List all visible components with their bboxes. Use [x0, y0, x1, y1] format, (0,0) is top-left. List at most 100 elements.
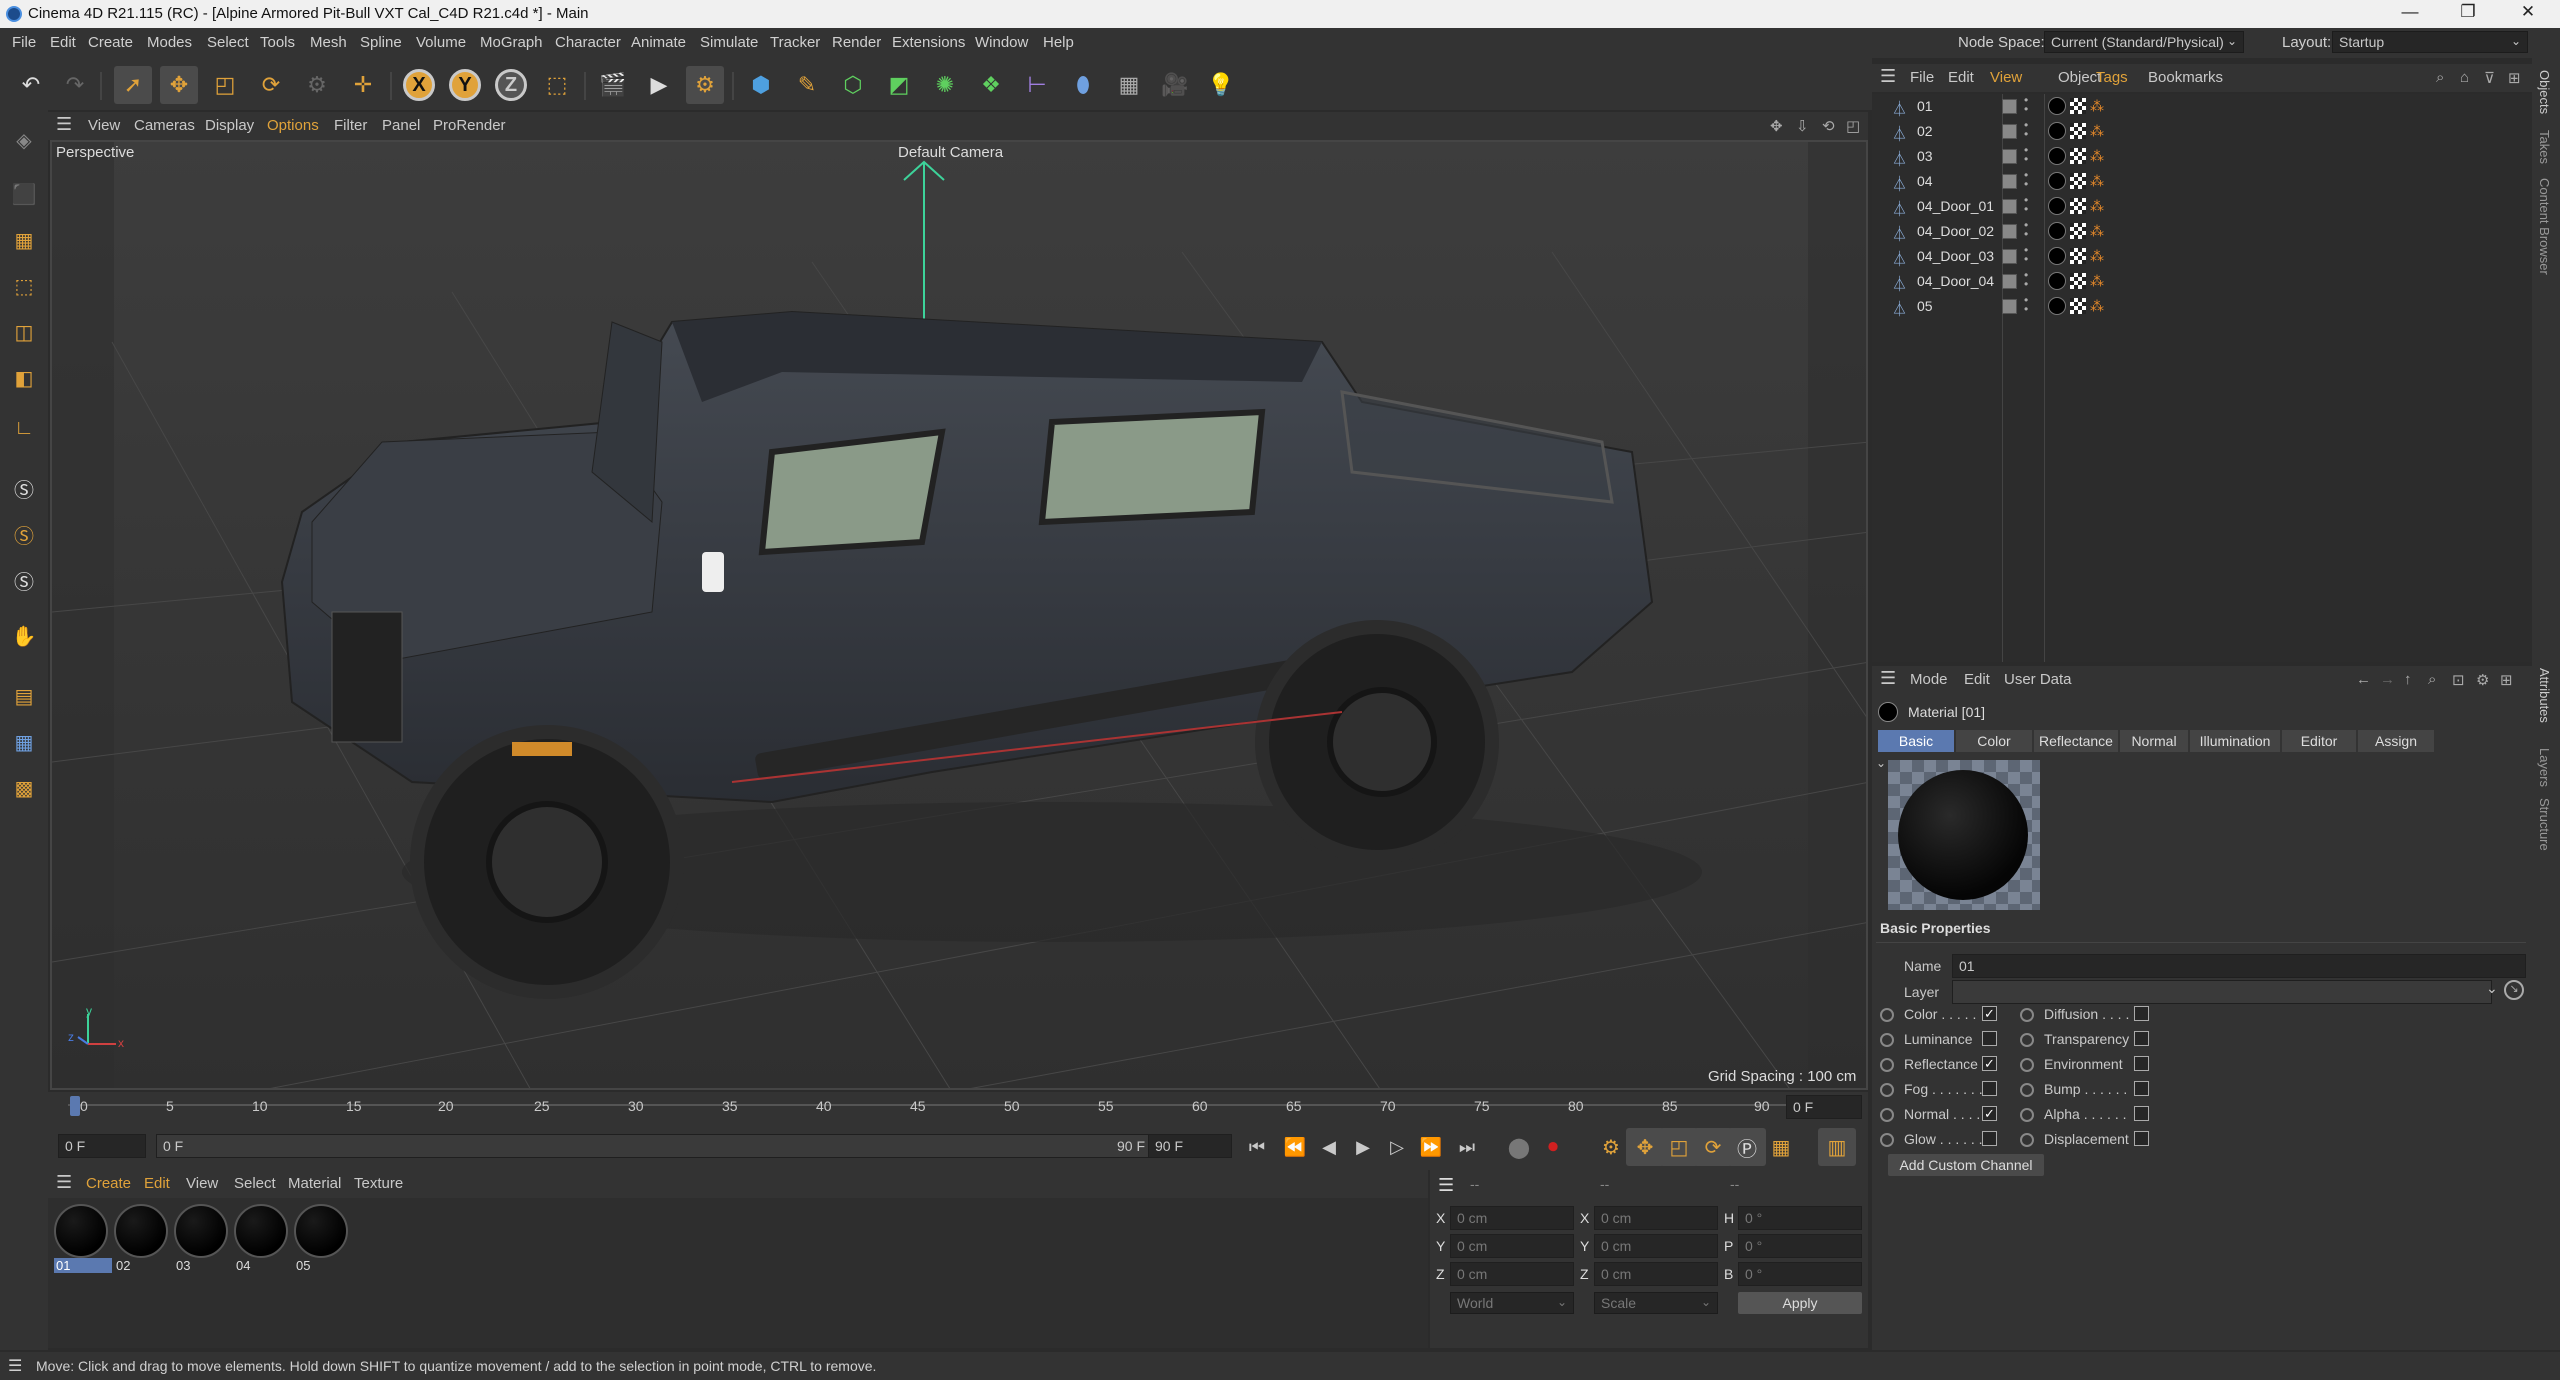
close-button[interactable]: ✕: [2508, 2, 2548, 22]
uvw-tag-icon[interactable]: [2070, 148, 2086, 164]
layer-toggle[interactable]: [2002, 124, 2017, 139]
object-menu-file[interactable]: File: [1910, 69, 1934, 86]
layer-picker-icon[interactable]: ↘: [2504, 980, 2524, 1000]
layer-toggle[interactable]: [2002, 149, 2017, 164]
reflectance-channel-radio[interactable]: [1880, 1058, 1894, 1072]
menu-edit[interactable]: Edit: [50, 34, 76, 51]
camera-object-button[interactable]: 🎥: [1156, 66, 1194, 104]
menu-render[interactable]: Render: [832, 34, 881, 51]
object-row[interactable]: ⏃ 04_Door_04 • • ⁂: [1872, 269, 2532, 294]
maximize-button[interactable]: ❐: [2448, 2, 2488, 22]
y-axis-lock[interactable]: Y: [446, 66, 484, 104]
selection-tag-icon[interactable]: ⁂: [2090, 223, 2104, 240]
snap-button[interactable]: Ⓢ: [6, 470, 42, 506]
material-menu-create[interactable]: Create: [86, 1175, 131, 1192]
menu-window[interactable]: Window: [975, 34, 1028, 51]
rotation-h-field[interactable]: 0 °: [1738, 1206, 1862, 1230]
attributes-menu-user-data[interactable]: User Data: [2004, 671, 2072, 688]
menu-simulate[interactable]: Simulate: [700, 34, 758, 51]
object-menu-edit[interactable]: Edit: [1948, 69, 1974, 86]
material-menu-edit[interactable]: Edit: [144, 1175, 170, 1192]
keyframe-selection-button[interactable]: ⚙: [1592, 1128, 1630, 1166]
material-swatch[interactable]: 05: [294, 1204, 352, 1280]
new-view-icon[interactable]: ⊞: [2508, 69, 2521, 87]
uvw-tag-icon[interactable]: [2070, 298, 2086, 314]
timeline-window-button[interactable]: ▥: [1818, 1128, 1856, 1166]
texture-mode-button[interactable]: ▦: [6, 222, 42, 258]
render-settings-button[interactable]: ⚙: [686, 66, 724, 104]
viewport-menu-prorender[interactable]: ProRender: [433, 117, 506, 134]
viewport-menu-panel[interactable]: Panel: [382, 117, 420, 134]
material-swatch[interactable]: 01: [54, 1204, 112, 1280]
tweak-mode-button[interactable]: ✋: [6, 618, 42, 654]
rotation-b-field[interactable]: 0 °: [1738, 1262, 1862, 1286]
add-custom-channel-button[interactable]: Add Custom Channel: [1888, 1154, 2044, 1176]
object-menu-view[interactable]: View: [1990, 69, 2022, 86]
previous-frame-button[interactable]: ◀: [1310, 1128, 1348, 1166]
menu-mograph[interactable]: MoGraph: [480, 34, 543, 51]
live-selection-tool[interactable]: ➚: [114, 66, 152, 104]
go-to-start-button[interactable]: ⏮: [1238, 1128, 1276, 1166]
preview-range-slider[interactable]: 0 F 90 F: [156, 1134, 1156, 1158]
object-row[interactable]: ⏃ 02 • • ⁂: [1872, 119, 2532, 144]
move-view-icon[interactable]: ✥: [1770, 117, 1783, 135]
selection-tag-icon[interactable]: ⁂: [2090, 173, 2104, 190]
visibility-dots[interactable]: • •: [2024, 119, 2028, 140]
end-frame-field[interactable]: 90 F: [1148, 1134, 1232, 1158]
attributes-menu-mode[interactable]: Mode: [1910, 671, 1948, 688]
luminance-channel-checkbox[interactable]: [1982, 1031, 1997, 1046]
position-x-field[interactable]: 0 cm: [1450, 1206, 1574, 1230]
menu-help[interactable]: Help: [1043, 34, 1074, 51]
visibility-dots[interactable]: • •: [2024, 219, 2028, 240]
object-row[interactable]: ⏃ 05 • • ⁂: [1872, 294, 2532, 319]
camera-name[interactable]: Default Camera: [898, 144, 1003, 161]
transparency-channel-checkbox[interactable]: [2134, 1031, 2149, 1046]
material-tag-icon[interactable]: [2048, 297, 2066, 315]
object-row[interactable]: ⏃ 04_Door_03 • • ⁂: [1872, 244, 2532, 269]
tab-takes[interactable]: Takes: [2537, 130, 2552, 164]
current-frame-field[interactable]: 0 F: [1786, 1095, 1862, 1119]
visibility-dots[interactable]: • •: [2024, 169, 2028, 190]
layer-field[interactable]: [1952, 980, 2492, 1004]
material-tag-icon[interactable]: [2048, 147, 2066, 165]
field-button[interactable]: ⊢: [1018, 66, 1056, 104]
rotation-key-button[interactable]: ⟳: [1694, 1128, 1732, 1166]
tab-layers[interactable]: Layers: [2537, 748, 2552, 787]
object-menu-bookmarks[interactable]: Bookmarks: [2148, 69, 2223, 86]
x-axis-lock[interactable]: X: [400, 66, 438, 104]
viewport-menu-display[interactable]: Display: [205, 117, 254, 134]
workplane-button[interactable]: ∟: [6, 410, 42, 446]
position-z-field[interactable]: 0 cm: [1450, 1262, 1574, 1286]
environment-channel-radio[interactable]: [2020, 1058, 2034, 1072]
material-tag-icon[interactable]: [2048, 122, 2066, 140]
tab-normal[interactable]: Normal: [2120, 730, 2188, 752]
coordinate-space-dropdown[interactable]: World ⌄: [1450, 1292, 1574, 1314]
filter-icon[interactable]: ⊽: [2484, 69, 2495, 87]
deformer-button[interactable]: ⬮: [1064, 66, 1102, 104]
new-manager-icon[interactable]: ⊞: [2500, 671, 2513, 689]
locked-workplane-button[interactable]: ▦: [6, 724, 42, 760]
render-view-button[interactable]: 🎬: [594, 66, 632, 104]
layer-toggle[interactable]: [2002, 274, 2017, 289]
size-x-field[interactable]: 0 cm: [1594, 1206, 1718, 1230]
point-level-animation-button[interactable]: ▦: [1762, 1128, 1800, 1166]
visibility-dots[interactable]: • •: [2024, 269, 2028, 290]
search-icon[interactable]: ⌕: [2428, 671, 2436, 688]
uvw-tag-icon[interactable]: [2070, 223, 2086, 239]
coordinate-mode-dropdown[interactable]: Scale ⌄: [1594, 1292, 1718, 1314]
object-row[interactable]: ⏃ 03 • • ⁂: [1872, 144, 2532, 169]
recent-tools-button[interactable]: ⚙: [298, 66, 336, 104]
node-space-dropdown[interactable]: Current (Standard/Physical) ⌄: [2044, 31, 2244, 53]
floor-object-button[interactable]: ▦: [1110, 66, 1148, 104]
play-button[interactable]: ▶: [1344, 1128, 1382, 1166]
menu-volume[interactable]: Volume: [416, 34, 466, 51]
cloner-button[interactable]: ✺: [926, 66, 964, 104]
tab-assign[interactable]: Assign: [2358, 730, 2434, 752]
timeline-ruler[interactable]: 0 5 10 15 20 25 30 35 40 45 50 55 60 65 …: [48, 1092, 1868, 1122]
undo-button[interactable]: ↶: [12, 66, 50, 104]
rotation-p-field[interactable]: 0 °: [1738, 1234, 1862, 1258]
move-tool[interactable]: ✥: [160, 66, 198, 104]
selection-tag-icon[interactable]: ⁂: [2090, 148, 2104, 165]
go-to-end-button[interactable]: ⏭: [1448, 1128, 1486, 1166]
material-tag-icon[interactable]: [2048, 172, 2066, 190]
